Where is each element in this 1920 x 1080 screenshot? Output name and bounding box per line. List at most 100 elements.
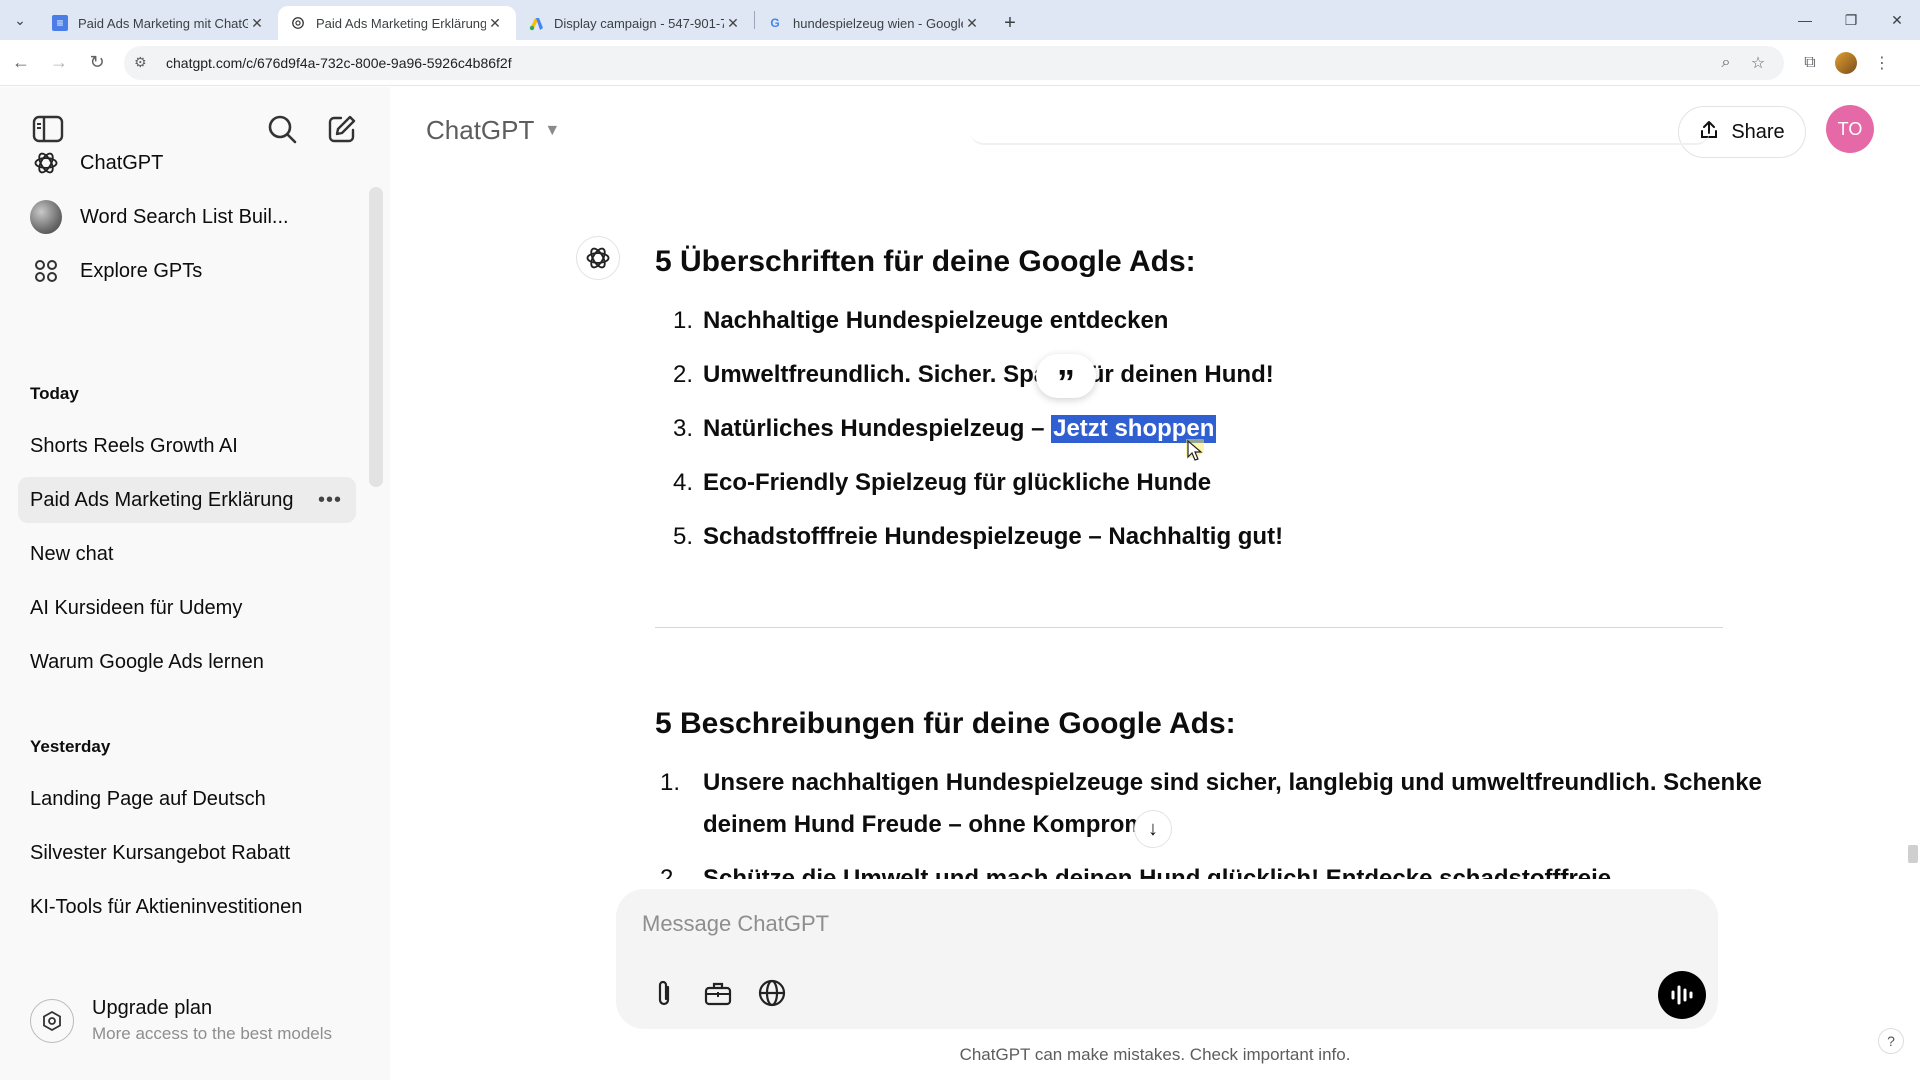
chat-item-landing-page[interactable]: Landing Page auf Deutsch: [18, 776, 356, 822]
voice-mode-button[interactable]: [1658, 971, 1706, 1019]
description-1-line-2: deinem Hund Freude – ohne Kompromi: [703, 811, 1153, 838]
item-number: 2.: [672, 361, 693, 388]
tools-toolbox-icon[interactable]: [698, 973, 738, 1013]
tab-title: Paid Ads Marketing Erklärung: [316, 15, 486, 31]
disclaimer-text: ChatGPT can make mistakes. Check importa…: [959, 1045, 1351, 1064]
chat-item-ai-kursideen[interactable]: AI Kursideen für Udemy: [18, 585, 356, 631]
item-text: Natürliches Hundespielzeug –: [703, 415, 1052, 442]
bookmark-star-icon[interactable]: ☆: [1742, 53, 1774, 73]
docs-icon: ≡: [52, 15, 68, 31]
headline-item-5: 5. Schadstofffreie Hundespielzeuge – Nac…: [655, 523, 1283, 551]
chat-title: New chat: [30, 542, 114, 565]
attach-paperclip-icon[interactable]: [644, 973, 684, 1013]
quote-icon: ”: [1057, 362, 1075, 403]
help-button[interactable]: ?: [1878, 1028, 1904, 1054]
sidebar-scrollbar[interactable]: [369, 187, 383, 487]
item-number: 2.: [660, 865, 681, 879]
tab-close-icon[interactable]: ✕: [724, 15, 742, 32]
model-name: ChatGPT: [426, 115, 535, 145]
tab-close-icon[interactable]: ✕: [963, 15, 981, 32]
zoom-icon[interactable]: ⌕: [1710, 54, 1742, 72]
quote-reply-button[interactable]: ”: [1036, 354, 1096, 403]
minimize-icon[interactable]: —: [1782, 0, 1828, 40]
browser-tab-4[interactable]: G hundespielzeug wien - Google ✕: [755, 6, 993, 40]
model-selector[interactable]: ChatGPT ▼: [426, 115, 560, 146]
google-icon: G: [770, 16, 780, 30]
chat-item-shorts-reels[interactable]: Shorts Reels Growth AI: [18, 423, 356, 469]
chat-item-new-chat[interactable]: New chat: [18, 531, 356, 577]
profile-avatar[interactable]: [1828, 46, 1864, 80]
gpt-avatar: [30, 200, 62, 234]
item-number: 4.: [672, 469, 693, 496]
web-search-globe-icon[interactable]: [752, 973, 792, 1013]
extensions-puzzle-icon[interactable]: ⧉: [1792, 46, 1828, 80]
google-ads-icon: [528, 15, 544, 31]
toolbar-right: ⧉ ⋮: [1792, 46, 1900, 80]
site-settings-icon[interactable]: ⚙: [134, 54, 154, 71]
chat-title: Silvester Kursangebot Rabatt: [30, 841, 291, 864]
window-controls: — ❐ ✕: [1782, 0, 1920, 40]
browser-tab-1[interactable]: ≡ Paid Ads Marketing mit ChatGPT ✕: [40, 6, 278, 40]
headline-item-3: 3. Natürliches Hundespielzeug – Jetzt sh…: [655, 415, 1217, 443]
chatgpt-logo-icon: [30, 147, 62, 179]
item-text-continued: für deinen Hund!: [1081, 361, 1274, 388]
profile-picture: [1835, 51, 1857, 74]
section-divider: [655, 627, 1723, 628]
sidebar-item-word-search-gpt[interactable]: Word Search List Buil...: [18, 194, 356, 240]
chat-title: AI Kursideen für Udemy: [30, 596, 243, 619]
descriptions-heading: 5 Beschreibungen für deine Google Ads:: [655, 707, 1236, 740]
upgrade-subtitle: More access to the best models: [92, 1024, 333, 1043]
sidebar-item-label: Explore GPTs: [80, 259, 203, 282]
scroll-to-bottom-button[interactable]: ↓: [1134, 810, 1172, 848]
chat-title: KI-Tools für Aktieninvestitionen: [30, 895, 303, 918]
previous-message-edge: [970, 131, 1710, 145]
headline-item-4: 4. Eco-Friendly Spielzeug für glückliche…: [655, 469, 1211, 497]
reload-icon[interactable]: ↻: [80, 46, 114, 80]
tab-title: Paid Ads Marketing mit ChatGPT: [78, 15, 248, 31]
browser-tab-3[interactable]: Display campaign - 547-901-75 ✕: [516, 6, 754, 40]
restore-icon[interactable]: ❐: [1828, 0, 1874, 40]
headlines-heading: 5 Überschriften für deine Google Ads:: [655, 245, 1196, 278]
sidebar: ChatGPT Word Search List Buil... Explore…: [0, 87, 390, 1080]
section-title-today: Today: [30, 384, 79, 403]
headline-item-1: 1. Nachhaltige Hundespielzeuge entdecken: [655, 307, 1168, 335]
upgrade-title: Upgrade plan: [92, 997, 213, 1019]
chat-item-google-ads-lernen[interactable]: Warum Google Ads lernen: [18, 639, 356, 685]
chevron-down-icon: ▼: [544, 121, 561, 139]
window-close-icon[interactable]: ✕: [1874, 0, 1920, 40]
browser-menu-icon[interactable]: ⋮: [1864, 46, 1900, 80]
mouse-cursor-icon: [1179, 432, 1205, 469]
upgrade-plan-button[interactable]: Upgrade plan More access to the best mod…: [30, 997, 332, 1044]
tab-close-icon[interactable]: ✕: [486, 15, 504, 32]
message-composer[interactable]: Message ChatGPT: [616, 889, 1718, 1029]
description-2-line-1: Schütze die Umwelt und mach deinen Hund …: [703, 865, 1612, 879]
forward-arrow-icon[interactable]: →: [42, 46, 76, 80]
back-arrow-icon[interactable]: ←: [4, 46, 38, 80]
item-text: Nachhaltige Hundespielzeuge entdecken: [703, 307, 1169, 334]
chat-options-icon[interactable]: •••: [318, 489, 342, 512]
main-scrollbar-thumb[interactable]: [1908, 845, 1918, 863]
message-input[interactable]: Message ChatGPT: [642, 911, 829, 937]
browser-tab-strip: ⌄ ≡ Paid Ads Marketing mit ChatGPT ✕ Pai…: [0, 0, 1920, 40]
tab-title: hundespielzeug wien - Google: [793, 15, 963, 31]
chat-title: Landing Page auf Deutsch: [30, 787, 266, 810]
gpt-avatar-image: [30, 200, 62, 234]
user-avatar[interactable]: TO: [1826, 105, 1874, 153]
chat-item-silvester[interactable]: Silvester Kursangebot Rabatt: [18, 830, 356, 876]
chat-item-paid-ads-active[interactable]: Paid Ads Marketing Erklärung •••: [18, 477, 356, 523]
sidebar-item-label: ChatGPT: [80, 151, 164, 174]
item-text: Eco-Friendly Spielzeug für glückliche Hu…: [703, 469, 1212, 496]
tab-search-chevron-icon[interactable]: ⌄: [0, 0, 40, 40]
tab-close-icon[interactable]: ✕: [248, 15, 266, 32]
chat-title: Warum Google Ads lernen: [30, 650, 264, 673]
address-bar[interactable]: ⚙ chatgpt.com/c/676d9f4a-732c-800e-9a96-…: [124, 45, 1784, 80]
sidebar-item-explore-gpts[interactable]: Explore GPTs: [18, 248, 356, 294]
upgrade-sparkle-icon: [30, 999, 74, 1043]
new-tab-plus-icon[interactable]: +: [993, 6, 1027, 40]
share-label: Share: [1731, 120, 1785, 143]
chat-item-ki-tools[interactable]: KI-Tools für Aktieninvestitionen: [18, 884, 356, 930]
sidebar-item-chatgpt[interactable]: ChatGPT: [18, 140, 356, 186]
arrow-down-icon: ↓: [1148, 817, 1158, 840]
browser-tab-2[interactable]: Paid Ads Marketing Erklärung ✕: [278, 6, 516, 40]
url-text[interactable]: chatgpt.com/c/676d9f4a-732c-800e-9a96-59…: [166, 55, 1710, 71]
